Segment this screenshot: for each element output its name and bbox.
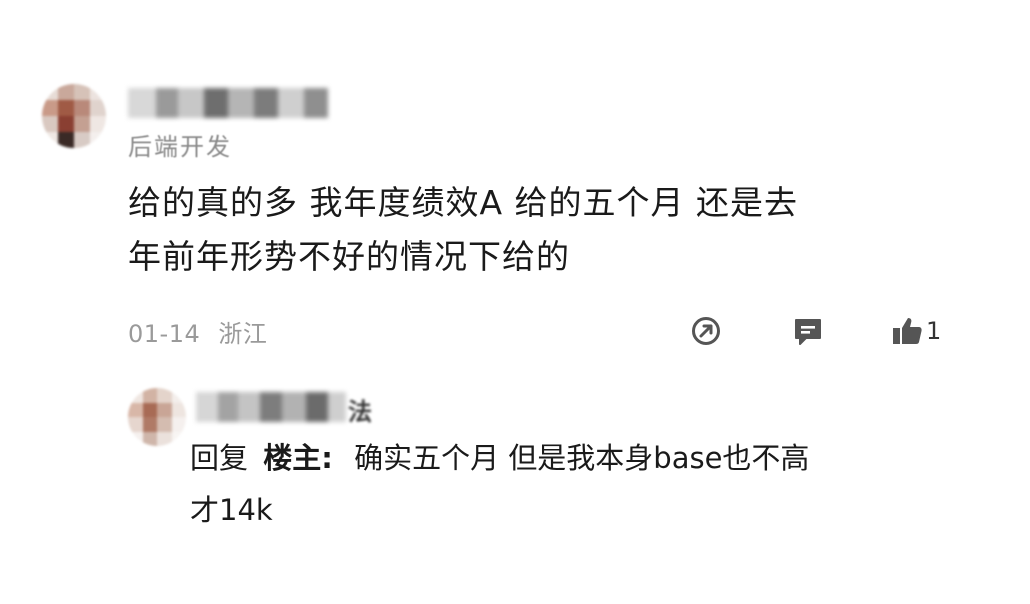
reply-body-line-2: 才14k <box>190 493 273 527</box>
comment-body: 给的真的多 我年度绩效A 给的五个月 还是去 年前年形势不好的情况下给的 <box>128 176 988 284</box>
comment-body-line-1: 给的真的多 我年度绩效A 给的五个月 还是去 <box>128 183 799 222</box>
share-button[interactable] <box>688 313 724 349</box>
reply-button[interactable] <box>790 313 826 349</box>
share-icon <box>692 317 720 345</box>
like-button[interactable]: 1 <box>890 313 941 349</box>
comment-location: 浙江 <box>218 320 268 348</box>
reply-text-1: 确实五个月 但是我本身base也不高 <box>354 441 810 475</box>
comment-meta: 01-14 浙江 <box>128 314 267 349</box>
comment-author-name[interactable] <box>128 88 328 118</box>
reply-avatar[interactable] <box>128 388 186 446</box>
like-icon <box>893 318 922 344</box>
like-count: 1 <box>926 317 942 345</box>
reply-author-name[interactable] <box>196 392 346 422</box>
comment-author-title: 后端开发 <box>128 133 232 161</box>
comment-avatar[interactable] <box>42 84 106 148</box>
reply-prefix: 回复 <box>190 441 249 475</box>
reply-body-line-1: 回复 楼主: 确实五个月 但是我本身base也不高 <box>190 432 980 484</box>
reply-op-label[interactable]: 楼主: <box>263 441 333 475</box>
comment-body-line-2: 年前年形势不好的情况下给的 <box>128 237 570 276</box>
reply-body: 回复 楼主: 确实五个月 但是我本身base也不高 才14k <box>190 432 980 536</box>
comment-date: 01-14 <box>128 320 201 348</box>
reply-author-name-fragment: 法 <box>348 398 372 426</box>
comment-icon <box>795 319 821 345</box>
